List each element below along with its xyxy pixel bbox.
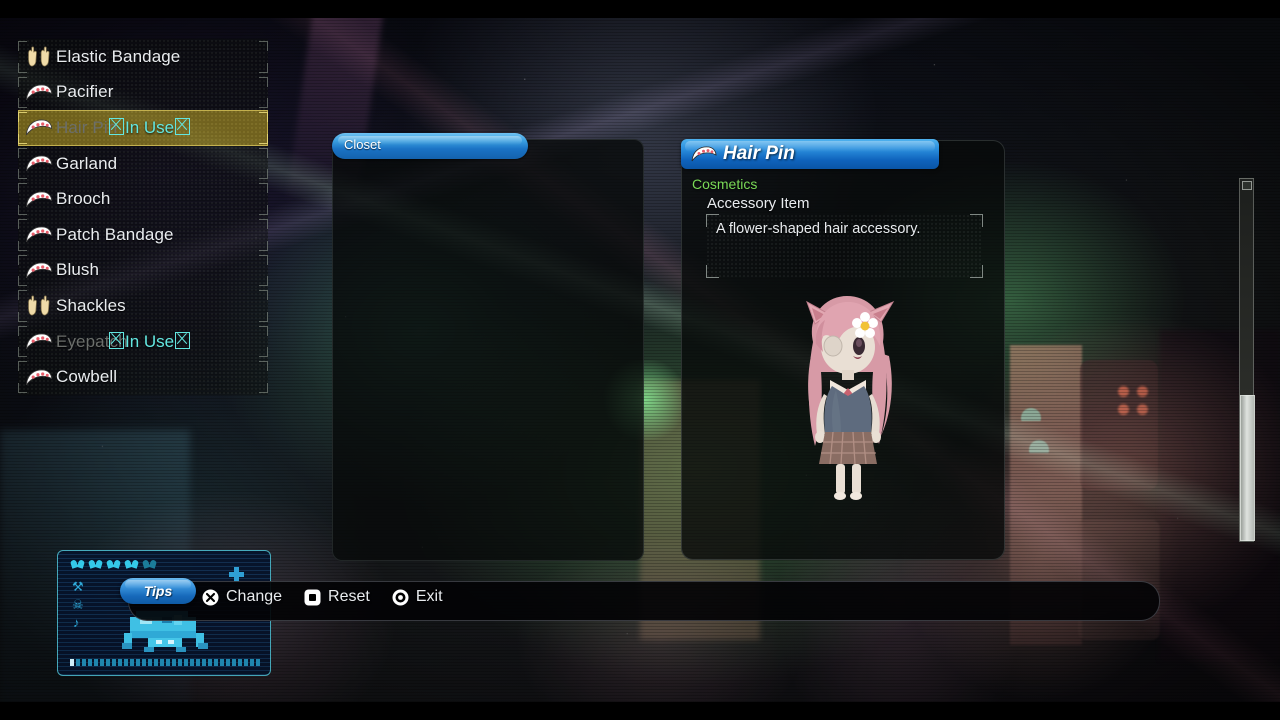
closet-item-label: Blush xyxy=(56,260,100,280)
missing-glyph-icon xyxy=(175,117,191,135)
health-hearts xyxy=(71,560,156,572)
missing-glyph-icon xyxy=(175,331,191,349)
closet-item-list[interactable]: Elastic Bandage Pacifier Hair Pin In Use Gar… xyxy=(18,39,268,406)
button-square-icon xyxy=(304,589,321,606)
skull-icon: ☠ xyxy=(72,597,84,612)
music-note-icon: ♪ xyxy=(73,615,80,630)
closet-item-label: Shackles xyxy=(56,295,126,315)
scrollbar-cap xyxy=(1242,181,1252,190)
missing-glyph-icon xyxy=(109,117,124,135)
closet-item-row[interactable]: Hair Pin In Use xyxy=(18,110,268,146)
headwear-icon xyxy=(691,145,717,163)
character-preview xyxy=(690,282,996,550)
letterbox-bottom xyxy=(0,702,1280,720)
closet-item-label: Brooch xyxy=(56,189,111,209)
closet-item-row[interactable]: Pacifier xyxy=(18,74,268,111)
headwear-icon xyxy=(22,332,56,351)
heart-icon xyxy=(71,560,84,572)
fork-knife-icon: ⚒ xyxy=(72,579,84,594)
closet-item-label: Cowbell xyxy=(56,367,118,387)
heart-icon xyxy=(125,560,138,572)
game-screen: Closet Elastic Bandage Pacifier Hair Pin In… xyxy=(0,0,1280,720)
closet-item-row[interactable]: Patch Bandage xyxy=(18,216,268,253)
gloves-icon xyxy=(22,295,56,316)
closet-item-label: Garland xyxy=(56,153,118,173)
heart-icon xyxy=(89,560,102,572)
closet-item-row[interactable]: Eyepatch In Use xyxy=(18,323,268,360)
headwear-icon xyxy=(22,225,56,244)
item-detail-title: Hair Pin xyxy=(723,143,795,164)
tips-label: Tips xyxy=(143,583,173,599)
command-exit[interactable]: Exit xyxy=(392,588,443,606)
closet-tab-label: Closet xyxy=(344,137,381,152)
closet-panel xyxy=(332,139,644,561)
scrollbar-thumb[interactable] xyxy=(1240,395,1255,541)
gloves-icon xyxy=(22,46,56,67)
button-circle-icon xyxy=(392,589,409,606)
button-x-icon xyxy=(202,589,219,606)
command-label: Exit xyxy=(415,588,443,605)
closet-item-label: Pacifier xyxy=(56,82,114,102)
command-reset[interactable]: Reset xyxy=(304,588,370,606)
tips-tab[interactable]: Tips xyxy=(120,578,196,604)
closet-item-row[interactable]: Elastic Bandage xyxy=(18,39,268,75)
closet-item-row[interactable]: Blush xyxy=(18,252,268,289)
missing-glyph-icon xyxy=(109,331,124,349)
headwear-icon xyxy=(22,83,56,102)
item-detail-header: Hair Pin xyxy=(681,139,939,169)
item-category: Cosmetics xyxy=(692,176,758,192)
headwear-icon xyxy=(22,190,56,209)
closet-item-row[interactable]: Shackles xyxy=(18,288,268,324)
headwear-icon xyxy=(22,368,56,387)
closet-tab[interactable]: Closet xyxy=(332,133,528,159)
in-use-badge: In Use xyxy=(108,117,191,138)
letterbox-top xyxy=(0,0,1280,18)
headwear-icon xyxy=(22,118,56,137)
command-list: Change Reset Exit xyxy=(202,588,443,606)
plus-icon xyxy=(229,567,244,582)
closet-item-label: Patch Bandage xyxy=(56,224,174,244)
headwear-icon xyxy=(22,154,56,173)
list-scrollbar[interactable] xyxy=(1239,178,1255,542)
item-description-text: A flower-shaped hair accessory. xyxy=(716,221,921,237)
closet-item-label: Elastic Bandage xyxy=(56,46,181,66)
headwear-icon xyxy=(22,261,56,280)
heart-icon xyxy=(107,560,120,572)
closet-item-row[interactable]: Cowbell xyxy=(18,359,268,395)
command-label: Reset xyxy=(328,588,370,605)
item-subtype: Accessory Item xyxy=(707,195,810,212)
progress-segments xyxy=(70,659,260,666)
closet-item-row[interactable]: Brooch xyxy=(18,181,268,217)
command-label: Change xyxy=(226,588,283,605)
command-change[interactable]: Change xyxy=(202,588,282,606)
item-description-box: A flower-shaped hair accessory. xyxy=(706,214,983,278)
closet-item-row[interactable]: Garland xyxy=(18,145,268,182)
in-use-badge: In Use xyxy=(108,331,191,352)
heart-icon xyxy=(143,560,156,572)
